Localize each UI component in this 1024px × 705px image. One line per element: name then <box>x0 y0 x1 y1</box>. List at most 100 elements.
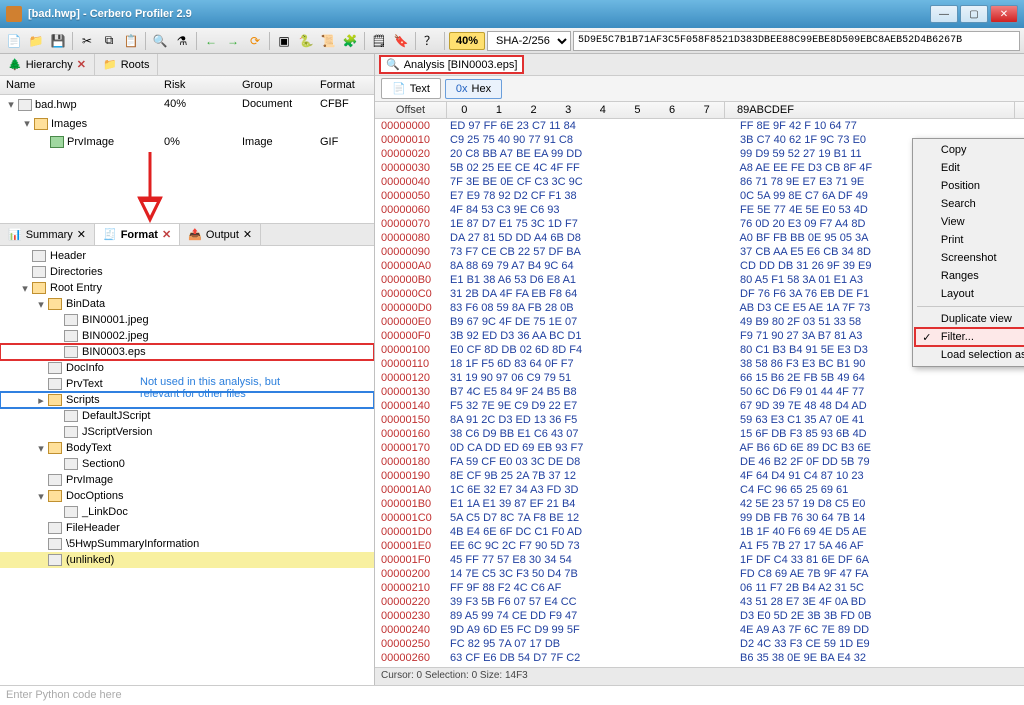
col-group[interactable]: Group <box>236 76 314 94</box>
hex-row[interactable]: 00000160 38 C6 D9 BB E1 C6 43 07 15 6F D… <box>375 427 1024 441</box>
plugin-icon[interactable]: 🧩 <box>340 31 360 51</box>
magnifier-icon: 🔍 <box>386 58 400 71</box>
hex-row[interactable]: 00000200 14 7E C5 3C F3 50 D4 7B FD C8 6… <box>375 567 1024 581</box>
hex-row[interactable]: 00000170 0D CA DD ED 69 EB 93 F7 AF B6 6… <box>375 441 1024 455</box>
save-icon[interactable]: 💾 <box>48 31 68 51</box>
copy-icon[interactable]: ⧉ <box>99 31 119 51</box>
col-risk[interactable]: Risk <box>158 76 236 94</box>
tree-item[interactable]: BIN0003.eps <box>0 344 374 360</box>
refresh-icon[interactable]: ⟳ <box>245 31 265 51</box>
hex-row[interactable]: 00000210 FF 9F 88 F2 4C C6 AF 06 11 F7 2… <box>375 581 1024 595</box>
forward-icon[interactable]: → <box>223 31 243 51</box>
hex-row[interactable]: 00000190 8E CF 9B 25 2A 7B 37 12 4F 64 D… <box>375 469 1024 483</box>
paste-icon[interactable]: 📋 <box>121 31 141 51</box>
tree-item[interactable]: JScriptVersion <box>0 424 374 440</box>
tab-format[interactable]: 🧾Format✕ <box>95 224 180 245</box>
hex-status: Cursor: 0 Selection: 0 Size: 14F3 <box>375 667 1024 685</box>
menu-item[interactable]: Layout▸ <box>915 285 1024 303</box>
hex-row[interactable]: 000001C0 5A C5 D7 8C 7A F8 BE 12 99 DB F… <box>375 511 1024 525</box>
col-format[interactable]: Format <box>314 76 374 94</box>
tab-output[interactable]: 📤Output✕ <box>180 224 261 245</box>
close-icon[interactable]: ✕ <box>77 58 86 71</box>
hex-row[interactable]: 00000260 63 CF E6 DB 54 D7 7F C2 B6 35 3… <box>375 651 1024 665</box>
tab-roots[interactable]: 📁Roots <box>95 54 158 75</box>
tree-item[interactable]: BIN0001.jpeg <box>0 312 374 328</box>
menu-item[interactable]: Duplicate viewCtrl+Alt+D <box>915 310 1024 328</box>
tree-item[interactable]: _LinkDoc <box>0 504 374 520</box>
hash-algo-select[interactable]: SHA-2/256 <box>487 31 571 51</box>
tree-item[interactable]: PrvImage <box>0 472 374 488</box>
menu-item[interactable]: Ranges▸ <box>915 267 1024 285</box>
file-row[interactable]: ▾Images <box>0 114 374 133</box>
minimize-button[interactable]: — <box>930 5 958 23</box>
menu-item[interactable]: ✓Filter...Ctrl+T <box>915 328 1024 346</box>
hex-row[interactable]: 00000240 9D A9 6D E5 FC D9 99 5F 4E A9 A… <box>375 623 1024 637</box>
tab-hex[interactable]: 0xHex <box>445 79 502 99</box>
hex-col-ascii: Ascii <box>1015 102 1024 118</box>
menu-item[interactable]: Position▸ <box>915 177 1024 195</box>
python-input[interactable]: Enter Python code here <box>0 685 1024 705</box>
file-row[interactable]: ▾bad.hwp40%DocumentCFBF <box>0 95 374 114</box>
maximize-button[interactable]: ▢ <box>960 5 988 23</box>
menu-item[interactable]: Search▸ <box>915 195 1024 213</box>
tree-item[interactable]: BIN0002.jpeg <box>0 328 374 344</box>
hex-row[interactable]: 00000150 8A 91 2C D3 ED 13 36 F5 59 63 E… <box>375 413 1024 427</box>
main-toolbar: 📄 📁 💾 ✂ ⧉ 📋 🔍 ⚗ ← → ⟳ ▣ 🐍 📜 🧩 🗒 🔖 ？ 40% … <box>0 28 1024 54</box>
tree-item[interactable]: Header <box>0 248 374 264</box>
hex-row[interactable]: 00000120 31 19 90 97 06 C9 79 51 66 15 B… <box>375 371 1024 385</box>
tree-item[interactable]: ▾BinData <box>0 296 374 312</box>
open-icon[interactable]: 📄 <box>4 31 24 51</box>
file-row[interactable]: PrvImage0%ImageGIF <box>0 133 374 151</box>
hex-row[interactable]: 000001E0 EE 6C 9C 2C F7 90 5D 73 A1 F5 7… <box>375 539 1024 553</box>
hex-row[interactable]: 00000140 F5 32 7E 9E C9 D9 22 E7 67 9D 3… <box>375 399 1024 413</box>
hex-row[interactable]: 00000250 FC 82 95 7A 07 17 DB D2 4C 33 F… <box>375 637 1024 651</box>
tab-summary[interactable]: 📊Summary✕ <box>0 224 95 245</box>
tree-item[interactable]: ▾DocOptions <box>0 488 374 504</box>
tree-item[interactable]: DefaultJScript <box>0 408 374 424</box>
hex-row[interactable]: 00000230 89 A5 99 74 CE DD F9 47 D3 E0 5… <box>375 609 1024 623</box>
search-icon[interactable]: 🔍 <box>150 31 170 51</box>
close-button[interactable]: ✕ <box>990 5 1018 23</box>
terminal-icon[interactable]: ▣ <box>274 31 294 51</box>
tree-item[interactable]: Section0 <box>0 456 374 472</box>
analysis-tab[interactable]: 🔍 Analysis [BIN0003.eps] <box>379 55 524 74</box>
check-icon: ✓ <box>920 330 934 344</box>
tree-item[interactable]: ▾Root Entry <box>0 280 374 296</box>
tree-item[interactable]: (unlinked) <box>0 552 374 568</box>
col-name[interactable]: Name <box>0 76 158 94</box>
help-icon[interactable]: ？ <box>420 31 440 51</box>
menu-item[interactable]: Print▸ <box>915 231 1024 249</box>
hex-row[interactable]: 00000270 6F F0 46 1A BF 0D B5 CF 89 79 8… <box>375 665 1024 667</box>
filter-icon[interactable]: ⚗ <box>172 31 192 51</box>
tree-item[interactable]: Directories <box>0 264 374 280</box>
tree-item[interactable]: \5HwpSummaryInformation <box>0 536 374 552</box>
menu-item[interactable]: Screenshot▸ <box>915 249 1024 267</box>
hex-row[interactable]: 00000180 FA 59 CF E0 03 3C DE D8 DE 46 B… <box>375 455 1024 469</box>
menu-item[interactable]: Edit▸ <box>915 159 1024 177</box>
hex-col-offset: Offset <box>375 102 447 118</box>
tree-item[interactable]: FileHeader <box>0 520 374 536</box>
tree-item[interactable]: ▾BodyText <box>0 440 374 456</box>
menu-item[interactable]: View▸ <box>915 213 1024 231</box>
menu-item[interactable]: Copy▸ <box>915 141 1024 159</box>
hex-row[interactable]: 000001D0 4B E4 6E 6F DC C1 F0 AD 1B 1F 4… <box>375 525 1024 539</box>
hex-row[interactable]: 00000000 ED 97 FF 6E 23 C7 11 84 FF 8E 9… <box>375 119 1024 133</box>
cut-icon[interactable]: ✂ <box>77 31 97 51</box>
tab-text[interactable]: 📄Text <box>381 78 441 99</box>
py-icon[interactable]: 🐍 <box>296 31 316 51</box>
tab-hierarchy[interactable]: 🌲Hierarchy✕ <box>0 54 95 75</box>
hex-row[interactable]: 000001A0 1C 6E 32 E7 34 A3 FD 3D C4 FC 9… <box>375 483 1024 497</box>
hex-row[interactable]: 000001F0 45 FF 77 57 E8 30 34 54 1F DF C… <box>375 553 1024 567</box>
structure-tree[interactable]: Not used in this analysis, butrelevant f… <box>0 246 374 685</box>
menu-item[interactable]: Load selection as...Ctrl+E <box>915 346 1024 364</box>
back-icon[interactable]: ← <box>201 31 221 51</box>
hash-value-field[interactable] <box>573 31 1020 51</box>
note-icon[interactable]: 🗒 <box>369 31 389 51</box>
tag-icon[interactable]: 🔖 <box>391 31 411 51</box>
hex-row[interactable]: 00000220 39 F3 5B F6 07 57 E4 CC 43 51 2… <box>375 595 1024 609</box>
hex-row[interactable]: 00000130 B7 4C E5 84 9F 24 B5 B8 50 6C D… <box>375 385 1024 399</box>
tree-item[interactable]: DocInfo <box>0 360 374 376</box>
folder-icon[interactable]: 📁 <box>26 31 46 51</box>
hex-row[interactable]: 000001B0 E1 1A E1 39 87 EF 21 B4 42 5E 2… <box>375 497 1024 511</box>
script-icon[interactable]: 📜 <box>318 31 338 51</box>
